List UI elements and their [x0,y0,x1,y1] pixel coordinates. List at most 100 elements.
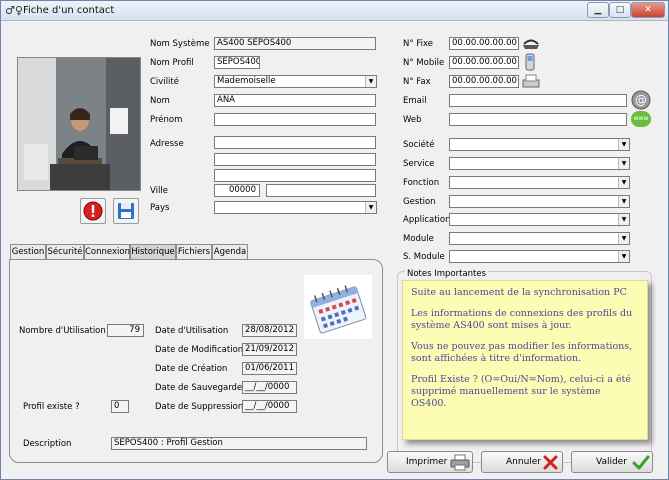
date-creation-field[interactable]: 01/06/2011 [242,362,297,375]
title-bar[interactable]: ♂♀ Fiche d'un contact ▁ □ ✕ [1,1,668,21]
chevron-down-icon[interactable]: ▼ [618,177,629,188]
civilite-select[interactable]: Mademoiselle ▼ [214,75,377,88]
nom-field[interactable]: ANA [214,94,376,107]
contact-window: ♂♀ Fiche d'un contact ▁ □ ✕ Nom Système … [0,0,669,480]
module-select[interactable]: ▼ [449,232,630,245]
application-select[interactable]: ▼ [449,213,630,226]
notes-box: Suite au lancement de la synchronisation… [402,280,648,440]
chevron-down-icon[interactable]: ▼ [365,76,376,87]
adresse-line-2[interactable] [214,153,376,166]
civilite-label: Civilité [150,77,179,87]
web-field[interactable] [449,113,627,126]
notes-paragraph: Les informations de connexions des profi… [411,308,633,331]
alert-icon [83,201,103,221]
code-postal-field[interactable]: 00000 [214,184,260,197]
fonction-select[interactable]: ▼ [449,176,630,189]
contacts-app-icon: ♂♀ [5,4,23,17]
date-suppression-field[interactable]: __/__/0000 [242,400,297,413]
nb-utilisation-field[interactable]: 79 [107,324,144,337]
window-title: Fiche d'un contact [23,5,115,16]
tab-connexion[interactable]: Connexion [84,244,130,260]
civilite-value: Mademoiselle [217,76,276,86]
phone-icon [523,39,539,49]
module-label: Module [403,234,434,244]
notes-label: Notes Importantes [405,269,489,279]
service-label: Service [403,159,435,169]
societe-label: Société [403,140,435,150]
cancel-x-icon [543,455,558,470]
nb-utilisation-label: Nombre d'Utilisation [19,326,106,336]
chevron-down-icon[interactable]: ▼ [618,214,629,225]
nom-profil-field[interactable]: SEPOS400 [214,56,260,69]
mobile-label: N° Mobile [403,58,445,68]
chevron-down-icon[interactable]: ▼ [365,202,376,213]
tab-fichiers[interactable]: Fichiers [176,244,212,260]
date-utilisation-field[interactable]: 28/08/2012 [242,324,297,337]
nom-systeme-field[interactable]: AS400 SEPOS400 [214,37,376,50]
chevron-down-icon[interactable]: ▼ [618,196,629,207]
web-label: Web [403,115,422,125]
tab-gestion[interactable]: Gestion [10,244,46,260]
chevron-down-icon[interactable]: ▼ [618,251,629,262]
tab-securite[interactable]: Sécurité [46,244,84,260]
date-utilisation-label: Date d'Utilisation [155,326,229,336]
profil-existe-label: Profil existe ? [23,402,80,412]
mobile-field[interactable]: 00.00.00.00.00 [449,56,519,69]
pays-label: Pays [150,203,170,213]
gestion-label: Gestion [403,197,436,207]
smodule-select[interactable]: ▼ [449,250,630,263]
email-at-icon[interactable]: @ [631,90,651,110]
close-button[interactable]: ✕ [631,2,665,18]
imprimer-label: Imprimer [406,457,448,467]
tab-agenda[interactable]: Agenda [212,244,248,260]
tab-historique[interactable]: Historique [130,244,176,260]
minimize-button[interactable]: ▁ [587,2,609,18]
fixe-label: N° Fixe [403,39,433,49]
gestion-select[interactable]: ▼ [449,195,630,208]
date-sauvegarde-field[interactable]: __/__/0000 [242,381,297,394]
nom-profil-label: Nom Profil [150,58,194,68]
service-select[interactable]: ▼ [449,157,630,170]
valider-button[interactable]: Valider [571,451,653,473]
web-icon[interactable]: www [631,111,651,127]
smodule-label: S. Module [403,252,445,262]
email-field[interactable] [449,94,627,107]
maximize-button[interactable]: □ [609,2,631,18]
notes-paragraph: Vous ne pouvez pas modifier les informat… [411,341,633,364]
chevron-down-icon[interactable]: ▼ [618,233,629,244]
date-creation-label: Date de Création [155,364,228,374]
chevron-down-icon[interactable]: ▼ [618,139,629,150]
adresse-label: Adresse [150,139,184,149]
notes-paragraph: Suite au lancement de la synchronisation… [411,287,627,298]
save-button[interactable] [113,198,139,224]
annuler-label: Annuler [506,457,542,467]
pays-select[interactable]: ▼ [214,201,377,214]
description-label: Description [23,439,72,449]
profil-existe-field[interactable]: 0 [111,400,129,413]
floppy-disk-icon [118,203,134,219]
adresse-line-1[interactable] [214,136,376,149]
societe-select[interactable]: ▼ [449,138,630,151]
ville-label: Ville [150,186,168,196]
date-modification-field[interactable]: 21/09/2012 [242,343,297,356]
imprimer-button[interactable]: Imprimer [387,451,473,473]
ville-field[interactable] [266,184,376,197]
calendar-icon [304,275,372,339]
nom-systeme-label: Nom Système [150,39,210,49]
chevron-down-icon[interactable]: ▼ [618,158,629,169]
printer-icon [450,454,470,471]
fixe-field[interactable]: 00.00.00.00.00 [449,37,519,50]
application-label: Application [403,215,451,225]
mobile-phone-icon [525,53,535,71]
annuler-button[interactable]: Annuler [481,451,563,473]
email-label: Email [403,96,427,106]
fonction-label: Fonction [403,178,440,188]
description-field[interactable]: SEPOS400 : Profil Gestion [111,437,367,450]
prenom-field[interactable] [214,113,376,126]
fax-label: N° Fax [403,77,431,87]
date-suppression-label: Date de Suppression [155,402,244,412]
fax-field[interactable]: 00.00.00.00.00 [449,75,519,88]
adresse-line-3[interactable] [214,169,376,182]
alert-button[interactable] [80,198,106,224]
contact-photo [17,57,141,191]
